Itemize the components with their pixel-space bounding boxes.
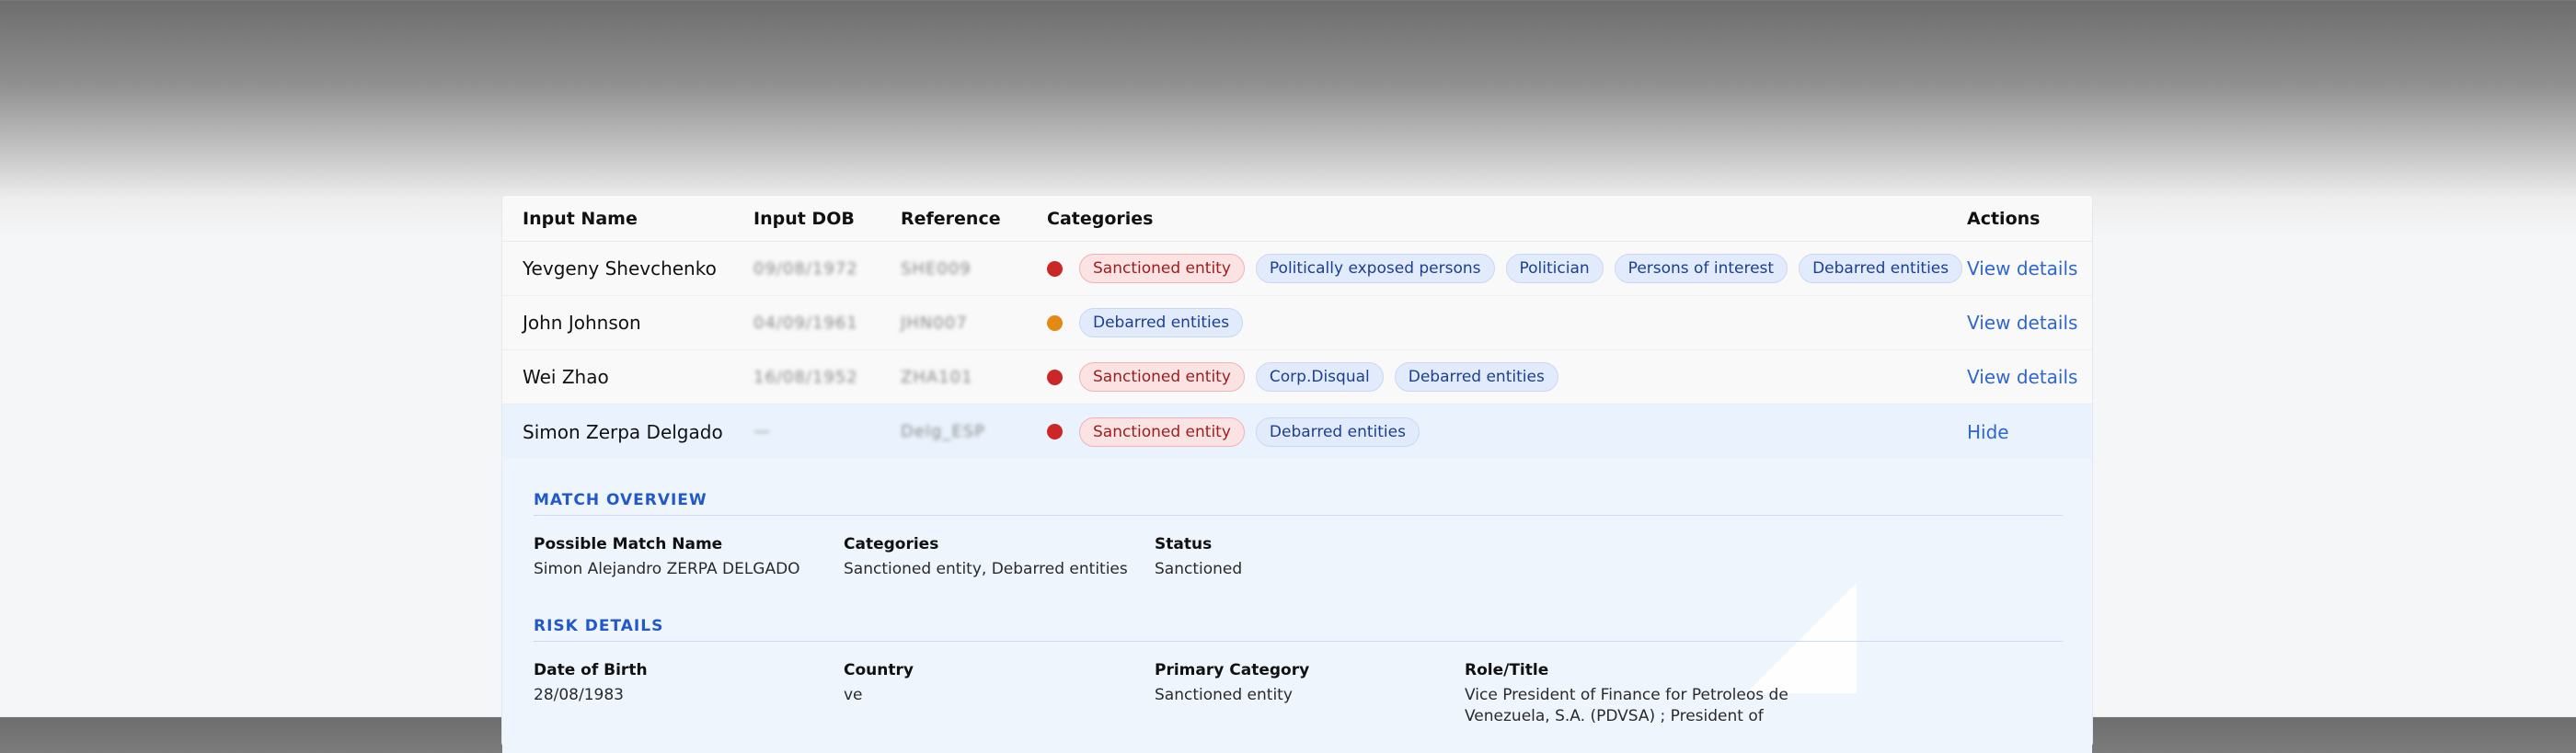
match-overview-title: MATCH OVERVIEW	[534, 491, 707, 509]
risk-status-dot	[1047, 424, 1063, 439]
table-header: Input Name Input DOB Reference Categorie…	[502, 196, 2092, 242]
hide-details-link[interactable]: Hide	[1967, 405, 2009, 459]
reference: ZHA101	[901, 367, 973, 387]
match-detail-panel: MATCH OVERVIEW Possible Match Name Simon…	[502, 459, 2092, 753]
view-details-link[interactable]: View details	[1967, 296, 2077, 349]
risk-status-dot	[1047, 369, 1063, 385]
field-label: Country	[844, 661, 914, 679]
category-tag: Politically exposed persons	[1255, 254, 1495, 283]
risk-status-dot	[1047, 314, 1063, 331]
view-details-link[interactable]: View details	[1967, 350, 2077, 404]
header-actions: Actions	[1967, 208, 2041, 229]
table-row: Yevgeny Shevchenko 09/08/1972 SHE009 San…	[502, 242, 2092, 296]
category-tag: Sanctioned entity	[1079, 362, 1245, 392]
category-tag: Politician	[1505, 254, 1604, 283]
field-label: Categories	[844, 535, 939, 553]
risk-status-dot	[1047, 260, 1063, 277]
reference: JHN007	[901, 313, 968, 333]
input-name: Yevgeny Shevchenko	[523, 257, 717, 280]
screening-results-panel: Input Name Input DOB Reference Categorie…	[501, 195, 2093, 753]
category-list: Debarred entities	[1047, 296, 1244, 349]
field-value: Simon Alejandro ZERPA DELGADO	[534, 560, 800, 578]
section-divider	[534, 641, 2063, 642]
table-row: Wei Zhao 16/08/1952 ZHA101 Sanctioned en…	[502, 350, 2092, 405]
header-reference: Reference	[901, 208, 1001, 229]
role-title-field: Role/Title Vice President of Finance for…	[1465, 661, 1788, 727]
reference: Delg_ESP	[901, 422, 986, 441]
date-of-birth-field: Date of Birth 28/08/1983	[534, 661, 648, 706]
input-name: Wei Zhao	[523, 366, 609, 388]
field-value: Sanctioned entity, Debarred entities	[844, 560, 1128, 578]
input-name: Simon Zerpa Delgado	[523, 420, 723, 443]
category-tag: Corp.Disqual	[1255, 362, 1384, 392]
category-list: Sanctioned entity Corp.Disqual Debarred …	[1047, 350, 1558, 404]
category-tag: Sanctioned entity	[1079, 254, 1245, 283]
possible-match-field: Possible Match Name Simon Alejandro ZERP…	[534, 535, 800, 580]
category-list: Sanctioned entity Politically exposed pe…	[1047, 242, 1963, 295]
field-value-line: Vice President of Finance for Petroleos …	[1465, 686, 1788, 704]
field-value: 28/08/1983	[534, 686, 624, 704]
category-tag: Debarred entities	[1394, 362, 1558, 392]
status-field: Status Sanctioned	[1155, 535, 1242, 580]
risk-details-title: RISK DETAILS	[534, 617, 664, 635]
header-input-dob: Input DOB	[753, 208, 855, 229]
input-dob: 16/08/1952	[753, 367, 858, 387]
categories-field: Categories Sanctioned entity, Debarred e…	[844, 535, 1128, 580]
primary-category-field: Primary Category Sanctioned entity	[1155, 661, 1309, 706]
section-divider	[534, 515, 2063, 516]
field-label: Status	[1155, 535, 1213, 553]
category-tag: Sanctioned entity	[1079, 416, 1245, 447]
category-tag: Debarred entities	[1079, 308, 1244, 337]
field-label: Primary Category	[1155, 661, 1310, 679]
field-label: Role/Title	[1465, 661, 1549, 679]
table-row: John Johnson 04/09/1961 JHN007 Debarred …	[502, 296, 2092, 350]
input-dob: 09/08/1972	[753, 258, 858, 279]
reference: SHE009	[901, 258, 972, 279]
input-dob: —	[753, 422, 771, 441]
input-name: John Johnson	[523, 312, 641, 334]
field-label: Date of Birth	[534, 661, 648, 679]
field-value: Sanctioned	[1155, 560, 1243, 578]
header-input-name: Input Name	[523, 208, 638, 229]
view-details-link[interactable]: View details	[1967, 242, 2077, 295]
category-list: Sanctioned entity Debarred entities	[1047, 405, 1420, 459]
country-field: Country ve	[844, 661, 914, 706]
category-tag: Debarred entities	[1255, 416, 1420, 447]
table-row-expanded: Simon Zerpa Delgado — Delg_ESP Sanctione…	[502, 405, 2092, 459]
field-label: Possible Match Name	[534, 535, 723, 553]
header-categories: Categories	[1047, 208, 1154, 229]
field-value: Sanctioned entity	[1155, 686, 1293, 704]
category-tag: Debarred entities	[1799, 254, 1963, 283]
category-tag: Persons of interest	[1614, 254, 1788, 283]
input-dob: 04/09/1961	[753, 313, 858, 333]
field-value: ve	[844, 686, 863, 704]
